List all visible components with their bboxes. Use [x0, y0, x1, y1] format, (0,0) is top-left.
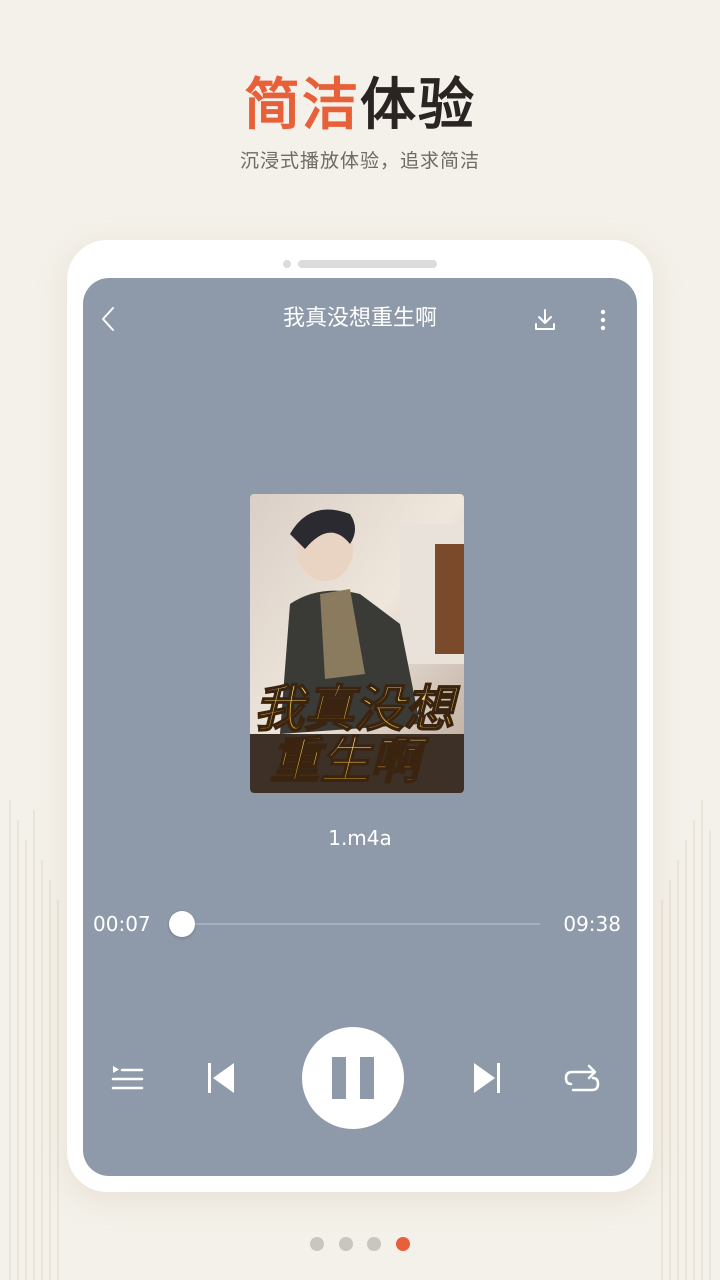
- headline: 简洁体验: [0, 70, 720, 142]
- pagination-dot-1[interactable]: [310, 1237, 324, 1251]
- pagination-dot-2[interactable]: [339, 1237, 353, 1251]
- more-vertical-icon: [600, 309, 606, 331]
- download-icon: [535, 309, 555, 330]
- previous-button[interactable]: [203, 1058, 239, 1098]
- next-button[interactable]: [469, 1058, 505, 1098]
- back-button[interactable]: [95, 304, 125, 334]
- cover-artwork: 我真没想 重生啊: [250, 494, 464, 793]
- elapsed-time: 00:07: [93, 912, 151, 936]
- subtitle: 沉浸式播放体验，追求简洁: [239, 150, 480, 172]
- track-filename: 1.m4a: [328, 826, 392, 850]
- playlist-icon: [111, 1066, 144, 1090]
- phone-mockup: 我真没想重生啊 我真没想 重生啊 1.m4a 00:07 09:38: [67, 240, 653, 1192]
- camera-dot: [283, 260, 291, 268]
- progress-thumb[interactable]: [169, 911, 196, 937]
- download-button[interactable]: [531, 306, 559, 334]
- cover-title-line1: 我真没想: [254, 681, 460, 737]
- skip-previous-icon: [208, 1063, 234, 1093]
- skip-next-icon: [474, 1063, 500, 1093]
- playlist-button[interactable]: [109, 1060, 145, 1096]
- headline-rest: 体验: [360, 73, 476, 138]
- headline-accent: 简洁: [244, 73, 360, 138]
- back-chevron-icon: [102, 307, 114, 331]
- pause-icon: [332, 1057, 374, 1099]
- album-cover: 我真没想 重生啊: [250, 494, 464, 793]
- repeat-button[interactable]: [563, 1060, 601, 1096]
- total-time: 09:38: [563, 912, 621, 936]
- speaker-bar: [298, 260, 437, 268]
- more-options-button[interactable]: [589, 306, 617, 334]
- player-screen: 我真没想重生啊 我真没想 重生啊 1.m4a 00:07 09:38: [83, 278, 637, 1176]
- pagination-dots: [310, 1237, 410, 1251]
- progress-track[interactable]: [178, 923, 540, 925]
- pagination-dot-3[interactable]: [367, 1237, 381, 1251]
- cover-title-line2: 重生啊: [270, 733, 429, 789]
- repeat-icon: [564, 1064, 600, 1092]
- pause-button[interactable]: [302, 1027, 404, 1129]
- player-top-bar: 我真没想重生啊: [83, 278, 637, 362]
- pagination-dot-4[interactable]: [396, 1237, 410, 1251]
